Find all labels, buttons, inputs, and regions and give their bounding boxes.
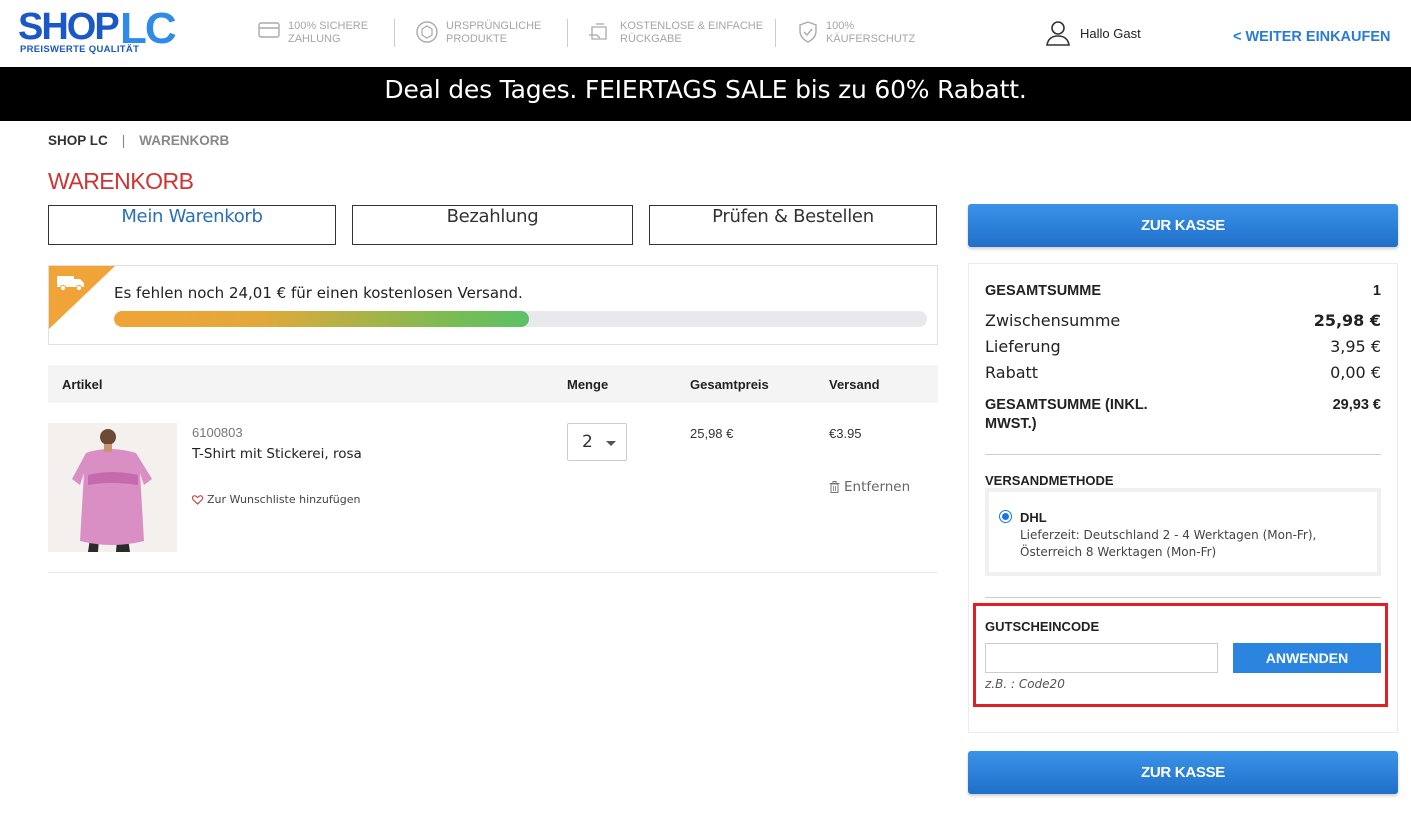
delivery-label: Lieferung [985,337,1061,356]
trust-original-products: URSPRÜNGLICHE PRODUKTE [416,20,541,48]
delivery-value: 3,95 € [1330,337,1381,356]
return-icon [589,23,607,40]
dhl-method-name: DHL [1020,510,1047,525]
step-cart[interactable]: Mein Warenkorb [48,205,336,245]
product-image[interactable] [48,423,177,552]
breadcrumb-separator: | [121,133,126,148]
total-label: GESAMTSUMME [985,283,1101,299]
summary-grand-total-row: GESAMTSUMME (INKL. MWST.) 29,93 € [985,396,1381,434]
dhl-method-description: Lieferzeit: Deutschland 2 - 4 Werktagen … [1020,528,1317,559]
free-shipping-progress [114,311,927,327]
col-total: Gesamtpreis [690,377,769,392]
trust-line1: KOSTENLOSE & EINFACHE [620,20,764,32]
trust-line2: RÜCKGABE [620,33,682,45]
step-payment[interactable]: Bezahlung [352,205,633,245]
box-icon [416,21,438,43]
user-icon [1046,21,1070,46]
product-name[interactable]: T-Shirt mit Stickerei, rosa [192,446,362,462]
shipping-method-label: VERSANDMETHODE [985,473,1114,488]
trust-secure-payment: 100% SICHERE ZAHLUNG [258,20,368,48]
divider [394,19,395,47]
item-total-price: 25,98 € [690,426,734,441]
trust-line2: PRODUKTE [446,33,508,45]
trust-line1: 100% [826,20,855,32]
breadcrumb-home[interactable]: SHOP LC [48,133,108,148]
wishlist-label: Zur Wunschliste hinzufügen [207,493,361,506]
item-shipping-cost: €3.95 [829,426,862,441]
summary-divider [985,597,1381,598]
logo-tagline: PREISWERTE QUALITÄT [20,44,140,55]
summary-total-row: GESAMTSUMME 1 [985,283,1381,299]
page-title: WARENKORB [48,168,194,194]
trust-buyer-protection: 100% KÄUFERSCHUTZ [798,20,915,48]
shield-icon [799,21,817,43]
summary-discount-row: Rabatt 0,00 € [985,363,1381,382]
continue-shopping-link[interactable]: < WEITER EINKAUFEN [1233,29,1391,45]
dhl-radio[interactable] [999,510,1012,523]
quantity-select[interactable]: 2 [567,423,627,461]
checkout-button-bottom[interactable]: ZUR KASSE [968,751,1398,794]
deal-banner[interactable]: Deal des Tages. FEIERTAGS SALE bis zu 60… [0,67,1411,121]
trust-line2: ZAHLUNG [288,33,341,45]
coupon-label: GUTSCHEINCODE [985,619,1100,634]
progress-fill [114,311,529,327]
table-header [48,365,938,403]
summary-delivery-row: Lieferung 3,95 € [985,337,1381,356]
add-to-wishlist-link[interactable]: Zur Wunschliste hinzufügen [192,493,360,506]
free-shipping-message: Es fehlen noch 24,01 € für einen kostenl… [114,284,523,302]
subtotal-label: Zwischensumme [985,311,1121,330]
col-shipping: Versand [829,377,880,392]
grand-total-label: GESAMTSUMME (INKL. MWST.) [985,396,1148,434]
shoplc-logo[interactable]: SHOP LC PREISWERTE QUALITÄT [18,4,180,58]
col-article: Artikel [62,377,103,392]
checkout-button-top[interactable]: ZUR KASSE [968,204,1398,247]
truck-icon [57,276,84,292]
divider [567,19,568,47]
product-sku: 6100803 [192,425,243,440]
remove-label: Entfernen [844,479,911,495]
trust-free-returns: KOSTENLOSE & EINFACHE RÜCKGABE [588,20,763,48]
coupon-code-input[interactable] [985,643,1218,673]
logo-shop-text: SHOP [18,6,120,48]
free-shipping-box [48,265,938,345]
breadcrumb-current: WARENKORB [139,133,230,148]
col-qty: Menge [567,377,609,392]
apply-coupon-button[interactable]: ANWENDEN [1233,643,1381,673]
chevron-down-icon [606,441,616,446]
greeting-text: Hallo Gast [1080,25,1141,41]
coupon-hint: z.B. : Code20 [985,677,1065,691]
card-icon [258,22,280,38]
trash-icon [829,481,840,493]
summary-divider [985,454,1381,455]
trust-line2: KÄUFERSCHUTZ [826,33,916,45]
breadcrumb: SHOP LC | WARENKORB [48,133,229,148]
quantity-value: 2 [582,432,593,452]
row-divider [48,572,938,573]
subtotal-value: 25,98 € [1313,311,1381,330]
discount-value: 0,00 € [1330,363,1381,382]
summary-subtotal-row: Zwischensumme 25,98 € [985,311,1381,330]
trust-line1: 100% SICHERE [288,20,369,32]
tshirt-photo [48,423,177,552]
step-review[interactable]: Prüfen & Bestellen [649,205,937,245]
remove-item-button[interactable]: Entfernen [829,479,910,495]
divider [775,19,776,47]
discount-label: Rabatt [985,363,1039,382]
grand-total-value: 29,93 € [1332,397,1381,413]
heart-icon [192,494,203,505]
grand-total-label-line1: GESAMTSUMME (INKL. [985,397,1148,413]
trust-line1: URSPRÜNGLICHE [446,20,542,32]
total-count: 1 [1372,283,1381,299]
grand-total-label-line2: MWST.) [985,416,1037,432]
account-menu[interactable]: Hallo Gast [1046,20,1141,46]
